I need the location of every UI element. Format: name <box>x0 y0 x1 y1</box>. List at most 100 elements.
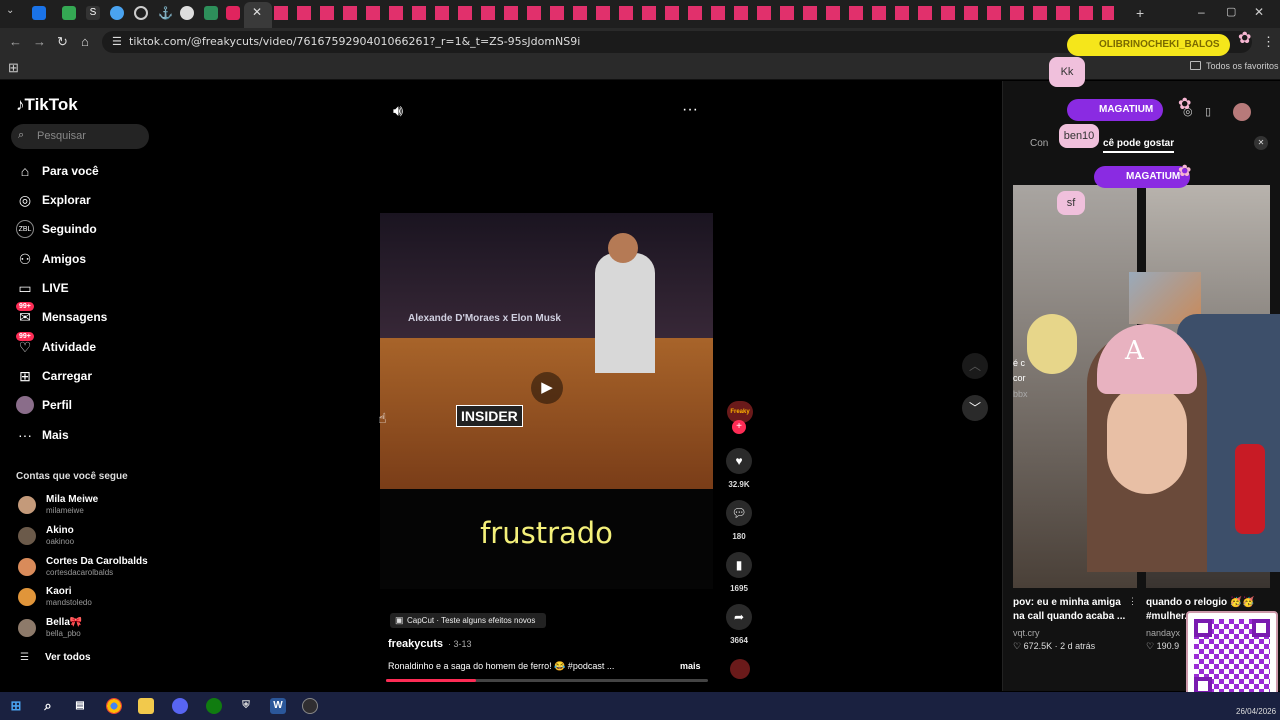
account-name: Kaori <box>46 586 72 597</box>
card-more-icon[interactable]: ⋮ <box>1128 596 1137 607</box>
see-all-link[interactable]: ☰ Ver todos <box>16 652 146 666</box>
comment-action[interactable]: 💬︎ 180 <box>726 500 752 541</box>
nav-item-mais[interactable]: ··· Mais <box>0 422 160 448</box>
nav-label: Mensagens <box>42 310 108 324</box>
tab-favicon[interactable] <box>110 6 124 20</box>
file-explorer-icon[interactable] <box>138 698 154 714</box>
nav-item-carregar[interactable]: ⊞ Carregar <box>0 363 160 389</box>
tab-favicon[interactable] <box>180 6 194 20</box>
nav-item-para-voce[interactable]: ⌂ Para você <box>0 158 160 184</box>
card-title[interactable]: pov: eu e minha amiga na call quando aca… <box>1013 596 1133 624</box>
task-view-icon[interactable]: ▤ <box>72 698 88 714</box>
account-item[interactable]: Bella🎀 bella_pbo <box>0 617 160 645</box>
browser-menu-icon[interactable]: ⋮ <box>1262 34 1275 50</box>
bookmark-icon[interactable]: ▮ <box>726 552 752 578</box>
like-action[interactable]: ♥ 32.9K <box>726 448 752 489</box>
right-panel-tab-right[interactable]: cê pode gostar <box>1103 138 1175 153</box>
video-author[interactable]: freakycuts <box>388 638 443 650</box>
home-button-icon[interactable]: ⌂ <box>81 34 89 49</box>
right-panel-close-icon[interactable]: ✕ <box>1254 136 1268 150</box>
apps-grid-icon[interactable]: ⊞ <box>8 60 19 76</box>
url-text[interactable]: tiktok.com/@freakycuts/video/76167592904… <box>129 35 580 48</box>
volume-icon[interactable]: 🔊︎ <box>393 103 403 121</box>
nav-item-live[interactable]: ▭ LIVE <box>0 275 160 301</box>
more-button[interactable]: mais <box>680 661 701 671</box>
tab-favicon[interactable] <box>32 6 46 20</box>
save-count: 1695 <box>730 584 748 593</box>
all-bookmarks-link[interactable]: Todos os favoritos <box>1206 61 1279 71</box>
reload-icon[interactable]: ↻ <box>57 34 68 50</box>
follow-plus-icon[interactable]: + <box>732 420 746 434</box>
tab-favicon[interactable] <box>226 6 240 20</box>
site-info-icon[interactable]: ☰ <box>112 35 122 48</box>
discord-icon[interactable] <box>172 698 188 714</box>
tab-close-icon[interactable]: ✕ <box>250 5 264 19</box>
bookmarks-folder-icon[interactable] <box>1190 61 1201 70</box>
play-icon[interactable]: ▶ <box>531 372 563 404</box>
start-icon[interactable]: ⊞ <box>8 698 24 714</box>
card-partial-text: bbx <box>1013 389 1028 399</box>
account-item[interactable]: Cortes Da Carolbalds cortesdacarolbalds <box>0 556 160 584</box>
security-icon[interactable]: ⛨ <box>238 698 254 714</box>
obs-icon[interactable] <box>302 698 318 714</box>
tab-favicon[interactable] <box>204 6 218 20</box>
phone-icon[interactable]: ▯ <box>1205 105 1211 118</box>
share-action[interactable]: ➦ 3664 <box>726 604 752 645</box>
word-icon[interactable]: W <box>270 698 286 714</box>
tiktok-logo[interactable]: ♪TikTok <box>16 95 78 115</box>
heart-icon[interactable]: ♥ <box>726 448 752 474</box>
xbox-icon[interactable] <box>206 698 222 714</box>
compass-icon: ◎ <box>18 192 32 208</box>
share-icon[interactable]: ➦ <box>726 604 752 630</box>
right-panel-tab-left[interactable]: Con <box>1030 138 1048 149</box>
account-handle: oakinoo <box>46 537 75 546</box>
tab-favicon-row <box>274 6 1114 20</box>
back-icon[interactable]: ← <box>9 34 22 49</box>
nav-item-mensagens[interactable]: ✉ 99+ Mensagens <box>0 302 160 330</box>
tab-list-icon[interactable]: ⌄ <box>6 5 14 16</box>
tab-favicon[interactable] <box>134 6 148 20</box>
account-item[interactable]: Mila Meiwe milameiwe <box>0 494 160 522</box>
tab-favicon[interactable]: ⚓ <box>158 6 173 20</box>
messages-badge: 99+ <box>16 302 34 311</box>
avatar <box>18 496 36 514</box>
account-item[interactable]: Kaori mandstoledo <box>0 586 160 614</box>
chrome-icon[interactable] <box>106 698 122 714</box>
nav-item-seguindo[interactable]: ZBL Seguindo <box>0 216 160 242</box>
tab-favicon[interactable] <box>62 6 76 20</box>
video-person <box>595 253 655 373</box>
profile-avatar[interactable] <box>1233 103 1251 121</box>
nav-item-atividade[interactable]: ♡ 99+ Atividade <box>0 332 160 360</box>
window-close-icon[interactable]: ✕ <box>1254 5 1264 19</box>
nav-item-explorar[interactable]: ◎ Explorar <box>0 187 160 213</box>
webcam-overlay: A <box>1027 244 1280 572</box>
card-author[interactable]: vqt.cry <box>1013 628 1040 638</box>
webcam-person-face <box>1107 384 1187 494</box>
video-description: Ronaldinho e a saga do homem de ferro! 😂… <box>388 661 615 671</box>
cap-logo: A <box>1125 336 1144 366</box>
music-disc-icon[interactable] <box>730 659 750 679</box>
comment-icon[interactable]: 💬︎ <box>726 500 752 526</box>
minimize-icon[interactable]: – <box>1198 5 1205 19</box>
like-count: 32.9K <box>728 480 750 489</box>
video-progress-bar[interactable] <box>386 679 708 682</box>
nav-label: Explorar <box>42 193 91 207</box>
account-item[interactable]: Akino oakinoo <box>0 525 160 553</box>
search-taskbar-icon[interactable]: ⌕ <box>40 698 56 714</box>
video-more-icon[interactable]: ··· <box>682 101 698 119</box>
card-author[interactable]: nandayx <box>1146 628 1180 638</box>
previous-video-icon[interactable]: ︿ <box>962 353 988 379</box>
new-tab-icon[interactable]: + <box>1136 5 1144 21</box>
forward-icon[interactable]: → <box>33 34 46 49</box>
tab-favicon[interactable]: S <box>86 6 100 20</box>
qr-finder <box>1252 619 1270 637</box>
account-name: Cortes Da Carolbalds <box>46 556 148 567</box>
next-video-icon[interactable]: ﹀ <box>962 395 988 421</box>
video-frame[interactable]: Alexande D'Moraes x Elon Musk INSIDER ▶ <box>380 213 713 489</box>
maximize-icon[interactable]: ▢ <box>1226 5 1236 18</box>
flower-icon: ✿ <box>1238 30 1252 47</box>
save-action[interactable]: ▮ 1695 <box>726 552 752 593</box>
nav-item-perfil[interactable]: Perfil <box>0 392 160 418</box>
nav-item-amigos[interactable]: ⚇ Amigos <box>0 246 160 272</box>
taskbar-date[interactable]: 26/04/2026 <box>1236 707 1276 716</box>
